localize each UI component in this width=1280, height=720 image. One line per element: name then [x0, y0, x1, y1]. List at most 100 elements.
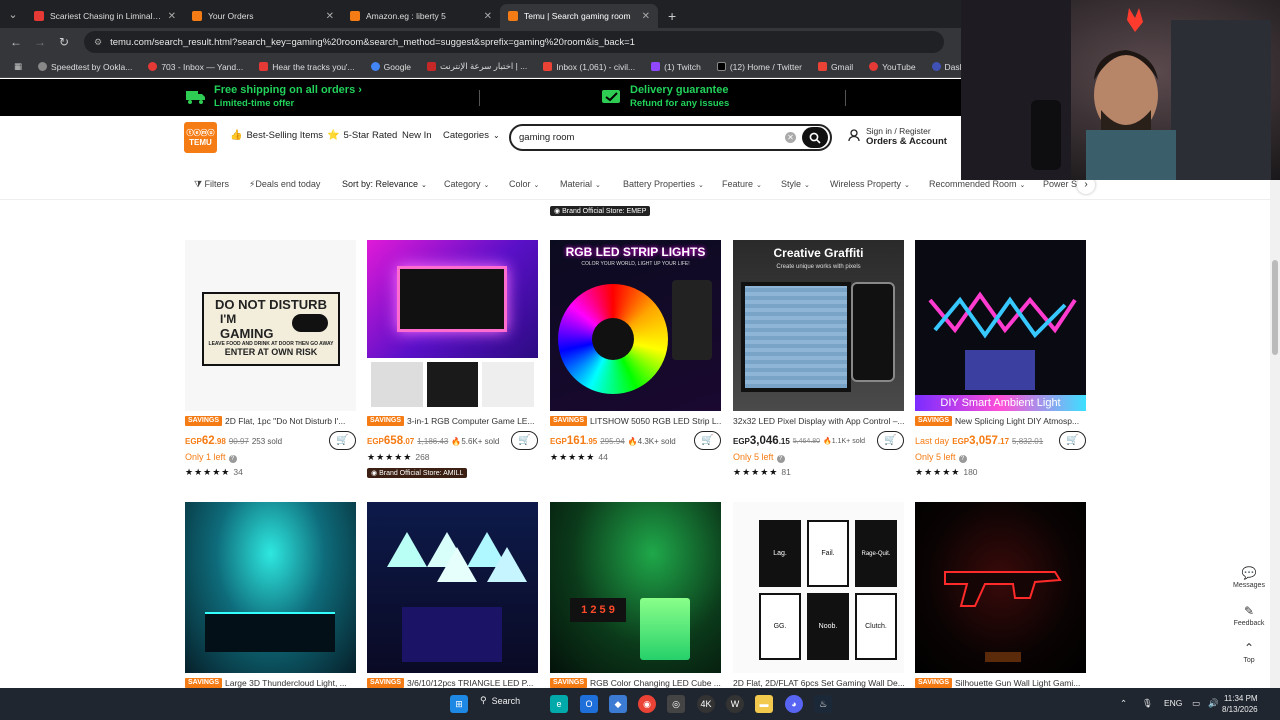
- product-image[interactable]: DO NOT DISTURB I'M GAMING LEAVE FOOD AND…: [185, 240, 356, 411]
- wireless-property-filter[interactable]: Wireless Property ⌄: [830, 179, 910, 189]
- product-image[interactable]: Lag. Fail. Rage-Quit. GG. Noob. Clutch.: [733, 502, 904, 673]
- discord-icon[interactable]: ◕: [785, 695, 803, 713]
- battery-properties-filter[interactable]: Battery Properties ⌄: [623, 179, 704, 189]
- add-to-cart-icon[interactable]: 🛒: [1059, 431, 1086, 450]
- product-image[interactable]: RGB LED STRIP LIGHTS COLOR YOUR WORLD, L…: [550, 240, 721, 411]
- product-title[interactable]: SAVINGS 3-in-1 RGB Computer Game LE...: [367, 415, 538, 427]
- site-info-icon[interactable]: ⚙: [94, 37, 102, 48]
- close-tab-icon[interactable]: ✕: [642, 11, 650, 22]
- nav-new-in[interactable]: New In: [402, 130, 432, 141]
- power-source-filter[interactable]: Power S: [1043, 179, 1077, 189]
- close-tab-icon[interactable]: ✕: [326, 11, 334, 22]
- help-icon[interactable]: ?: [228, 455, 237, 463]
- reload-icon[interactable]: ↻: [52, 35, 76, 49]
- nav-best-selling[interactable]: 👍 Best-Selling Items: [230, 130, 323, 141]
- tab-search-icon[interactable]: ⌄: [0, 0, 26, 28]
- add-to-cart-icon[interactable]: 🛒: [329, 431, 356, 450]
- product-card[interactable]: SAVINGS 3-in-1 RGB Computer Game LE... EG…: [367, 240, 538, 479]
- product-title[interactable]: SAVINGS LITSHOW 5050 RGB LED Strip L...: [550, 415, 721, 427]
- product-image[interactable]: [367, 240, 538, 411]
- volume-icon[interactable]: 🔊: [1208, 698, 1219, 709]
- category-filter[interactable]: Category ⌄: [444, 179, 489, 189]
- language-indicator[interactable]: ENG: [1164, 698, 1182, 708]
- network-icon[interactable]: ▭: [1192, 698, 1200, 709]
- product-card[interactable]: DIY Smart Ambient Light SAVINGS New Splic…: [915, 240, 1086, 479]
- scrollbar-thumb[interactable]: [1272, 260, 1278, 355]
- taskbar-search[interactable]: ⚲ Search: [480, 695, 520, 706]
- app-icon[interactable]: ◎: [667, 695, 685, 713]
- feature-filter[interactable]: Feature ⌄: [722, 179, 762, 189]
- product-card[interactable]: RGB LED STRIP LIGHTS COLOR YOUR WORLD, L…: [550, 240, 721, 464]
- material-filter[interactable]: Material ⌄: [560, 179, 601, 189]
- tab-3[interactable]: Amazon.eg : liberty 5 ✕: [342, 4, 500, 28]
- messages-widget[interactable]: 💬 Messages: [1230, 566, 1268, 589]
- bookmark-item[interactable]: اختبار سرعة الإنترنت | ...: [421, 61, 533, 72]
- deals-end-today-filter[interactable]: ⚡Deals end today: [249, 179, 320, 190]
- delivery-guarantee-promo[interactable]: Delivery guarantee Refund for any issues: [602, 84, 729, 109]
- bookmark-item[interactable]: Speedtest by Ookla...: [32, 62, 138, 72]
- feedback-widget[interactable]: ✎ Feedback: [1230, 604, 1268, 627]
- outlook-icon[interactable]: O: [580, 695, 598, 713]
- add-to-cart-icon[interactable]: 🛒: [694, 431, 721, 450]
- help-icon[interactable]: ?: [958, 455, 967, 463]
- back-to-top-widget[interactable]: ⌃ Top: [1230, 641, 1268, 664]
- brand-store-badge[interactable]: ◉ Brand Official Store: EMEP: [550, 206, 651, 216]
- sort-by-dropdown[interactable]: Sort by: Relevance ⌄: [342, 179, 427, 189]
- product-card[interactable]: Lag. Fail. Rage-Quit. GG. Noob. Clutch. …: [733, 502, 904, 689]
- style-filter[interactable]: Style ⌄: [781, 179, 810, 189]
- add-to-cart-icon[interactable]: 🛒: [511, 431, 538, 450]
- close-tab-icon[interactable]: ✕: [168, 11, 176, 22]
- chevron-up-icon[interactable]: ⌃: [1120, 698, 1127, 709]
- account-menu[interactable]: Sign in / Register Orders & Account: [848, 126, 947, 147]
- bookmark-item[interactable]: Inbox (1,061) - civil...: [537, 62, 641, 72]
- product-card[interactable]: DO NOT DISTURB I'M GAMING LEAVE FOOD AND…: [185, 240, 356, 479]
- chrome-icon[interactable]: ◉: [638, 695, 656, 713]
- temu-logo[interactable]: ⓣⓔⓜⓤ TEMU: [184, 122, 217, 153]
- recommended-room-filter[interactable]: Recommended Room ⌄: [929, 179, 1025, 189]
- bookmark-item[interactable]: Gmail: [812, 62, 859, 72]
- product-image[interactable]: DIY Smart Ambient Light: [915, 240, 1086, 411]
- tab-1[interactable]: Scariest Chasing in Liminal Hote ✕: [26, 4, 184, 28]
- product-image[interactable]: [367, 502, 538, 673]
- wordpress-icon[interactable]: W: [726, 695, 744, 713]
- close-tab-icon[interactable]: ✕: [484, 11, 492, 22]
- page-scrollbar[interactable]: [1270, 180, 1280, 688]
- product-title[interactable]: 32x32 LED Pixel Display with App Control…: [733, 415, 904, 427]
- product-image[interactable]: [185, 502, 356, 673]
- back-arrow-icon[interactable]: ←: [4, 35, 28, 49]
- search-input[interactable]: gaming room ✕: [509, 124, 832, 151]
- nav-five-star[interactable]: ⭐ 5-Star Rated: [327, 130, 397, 141]
- search-icon[interactable]: [802, 127, 828, 148]
- forward-arrow-icon[interactable]: →: [28, 35, 52, 49]
- filters-button[interactable]: ⧩ Filters: [194, 179, 229, 190]
- product-title[interactable]: SAVINGS 2D Flat, 1pc "Do Not Disturb I'..…: [185, 415, 356, 427]
- bookmark-item[interactable]: YouTube: [863, 62, 921, 72]
- product-card[interactable]: 1 2 5 9 SAVINGS RGB Color Changing LED Cu…: [550, 502, 721, 689]
- steam-icon[interactable]: ♨: [814, 695, 832, 713]
- apps-grid-icon[interactable]: ▦: [8, 61, 28, 72]
- product-card[interactable]: SAVINGS 3/6/10/12pcs TRIANGLE LED P...: [367, 502, 538, 689]
- free-shipping-promo[interactable]: Free shipping on all orders › Limited-ti…: [186, 84, 362, 109]
- file-explorer-icon[interactable]: ▬: [755, 695, 773, 713]
- brand-store-badge[interactable]: ◉ Brand Official Store: AMILL: [367, 468, 468, 478]
- new-tab-plus-icon[interactable]: +: [658, 4, 686, 28]
- tab-4-active[interactable]: Temu | Search gaming room ✕: [500, 4, 658, 28]
- product-image[interactable]: Creative Graffiti Create unique works wi…: [733, 240, 904, 411]
- color-filter[interactable]: Color ⌄: [509, 179, 539, 189]
- bookmark-item[interactable]: (12) Home / Twitter: [711, 62, 808, 72]
- start-windows-icon[interactable]: ⊞: [450, 695, 468, 713]
- add-to-cart-icon[interactable]: 🛒: [877, 431, 904, 450]
- 4k-app-icon[interactable]: 4K: [697, 695, 715, 713]
- bookmark-item[interactable]: (1) Twitch: [645, 62, 707, 72]
- edge-icon[interactable]: e: [550, 695, 568, 713]
- product-image[interactable]: [915, 502, 1086, 673]
- app-icon[interactable]: ◆: [609, 695, 627, 713]
- help-icon[interactable]: ?: [776, 455, 785, 463]
- product-card[interactable]: SAVINGS Silhouette Gun Wall Light Gami...: [915, 502, 1086, 689]
- clear-search-icon[interactable]: ✕: [785, 132, 796, 143]
- bookmark-item[interactable]: Google: [365, 62, 417, 72]
- product-card[interactable]: Creative Graffiti Create unique works wi…: [733, 240, 904, 479]
- tab-2[interactable]: Your Orders ✕: [184, 4, 342, 28]
- bookmark-item[interactable]: 703 - Inbox — Yand...: [142, 62, 249, 72]
- product-image[interactable]: 1 2 5 9: [550, 502, 721, 673]
